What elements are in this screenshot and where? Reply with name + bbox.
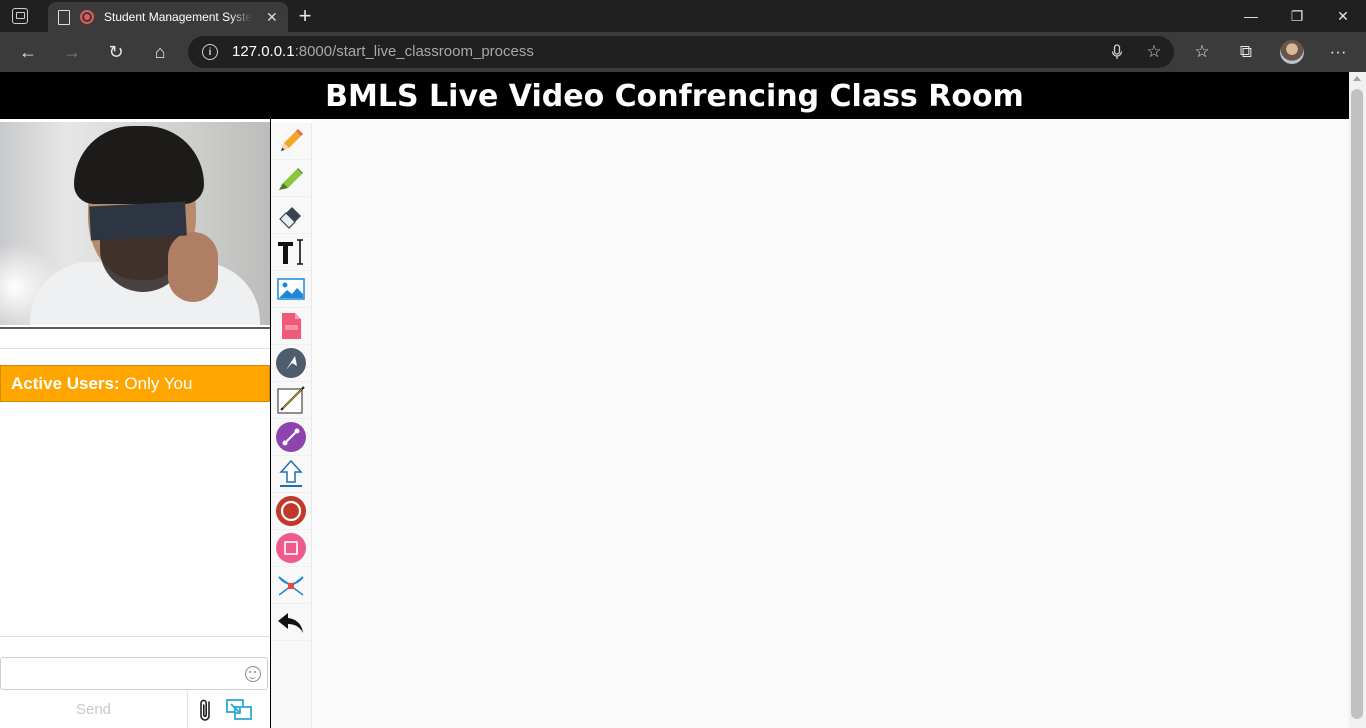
bezier-tool[interactable] (271, 567, 311, 604)
page-icon (58, 9, 70, 25)
chat-input[interactable] (0, 657, 268, 690)
rectangle-icon (276, 533, 306, 563)
emoji-icon[interactable] (245, 666, 261, 682)
upload-tool[interactable] (271, 456, 311, 493)
whiteboard-canvas[interactable] (312, 119, 1349, 728)
browser-tab-active[interactable]: Student Management System ✕ (48, 2, 288, 32)
site-info-icon[interactable]: i (202, 44, 218, 60)
line-tool[interactable] (271, 382, 311, 419)
tab-title: Student Management System (104, 10, 252, 24)
divider (0, 636, 271, 637)
scroll-up-icon[interactable] (1353, 76, 1361, 81)
browser-tab-bar: Student Management System ✕ + — ❐ ✕ (0, 0, 1366, 32)
text-tool[interactable] (271, 234, 311, 271)
pdf-icon (282, 313, 301, 339)
image-icon (277, 278, 305, 300)
rectangle-tool[interactable] (271, 530, 311, 567)
person-hair (74, 126, 204, 204)
screen-share-icon[interactable] (226, 699, 252, 721)
pencil-tool[interactable] (271, 123, 311, 160)
forward-button[interactable]: → (56, 36, 88, 68)
text-icon (278, 239, 303, 265)
page-content: BMLS Live Video Confrencing Class Room A… (0, 72, 1366, 728)
drawing-toolbar (271, 123, 312, 728)
home-button[interactable]: ⌂ (144, 36, 176, 68)
tab-close-icon[interactable]: ✕ (266, 9, 278, 26)
more-menu-icon[interactable]: ··· (1322, 36, 1354, 68)
undo-icon (278, 613, 303, 633)
url-host: 127.0.0.1 (232, 43, 295, 60)
eraser-icon (279, 207, 301, 229)
marker-tool[interactable] (271, 160, 311, 197)
marker-icon (279, 168, 303, 190)
left-panel: Active Users: Only You Send (0, 119, 271, 728)
circle-tool[interactable] (271, 493, 311, 530)
new-tab-button[interactable]: + (292, 3, 318, 28)
arrow-tool[interactable] (271, 345, 311, 382)
eraser-tool[interactable] (271, 197, 311, 234)
upload-icon (279, 459, 303, 487)
page-scrollbar[interactable] (1349, 72, 1366, 728)
connector-icon (276, 422, 306, 452)
url-text[interactable]: 127.0.0.1:8000/start_live_classroom_proc… (232, 43, 534, 60)
url-path: :8000/start_live_classroom_process (294, 43, 534, 60)
bezier-icon (278, 576, 304, 596)
refresh-button[interactable]: ↻ (100, 36, 132, 68)
scroll-thumb[interactable] (1351, 89, 1363, 719)
divider (0, 327, 271, 329)
browser-toolbar: ← → ↻ ⌂ i 127.0.0.1:8000/start_live_clas… (0, 32, 1366, 72)
add-favorite-icon[interactable]: ☆ (1144, 42, 1164, 62)
send-button[interactable]: Send (0, 691, 188, 728)
active-users-label: Active Users: (11, 374, 120, 393)
video-feed[interactable] (0, 122, 270, 325)
privacy-mask (89, 201, 187, 241)
active-users-value: Only You (119, 374, 193, 393)
restore-button[interactable]: ❐ (1274, 0, 1320, 32)
address-bar[interactable]: i 127.0.0.1:8000/start_live_classroom_pr… (188, 36, 1174, 68)
circle-icon (276, 496, 306, 526)
profile-avatar[interactable] (1280, 40, 1304, 64)
close-window-button[interactable]: ✕ (1320, 0, 1366, 32)
person-hand (168, 232, 218, 302)
favorites-icon[interactable]: ☆ (1186, 36, 1218, 68)
attachment-icon[interactable] (197, 697, 215, 723)
connector-tool[interactable] (271, 419, 311, 456)
image-tool[interactable] (271, 271, 311, 308)
divider (0, 348, 271, 349)
arrow-icon (276, 348, 306, 378)
back-button[interactable]: ← (12, 36, 44, 68)
microphone-icon[interactable] (1108, 43, 1126, 61)
line-icon (277, 386, 305, 414)
recording-icon (80, 10, 94, 24)
tab-actions-icon[interactable] (12, 8, 28, 24)
minimize-button[interactable]: — (1228, 0, 1274, 32)
undo-tool[interactable] (271, 604, 311, 641)
pencil-icon (281, 129, 303, 151)
page-title: BMLS Live Video Confrencing Class Room (0, 72, 1349, 119)
collections-icon[interactable]: ⧉ (1230, 36, 1262, 68)
active-users-banner: Active Users: Only You (0, 365, 270, 402)
pdf-tool[interactable] (271, 308, 311, 345)
